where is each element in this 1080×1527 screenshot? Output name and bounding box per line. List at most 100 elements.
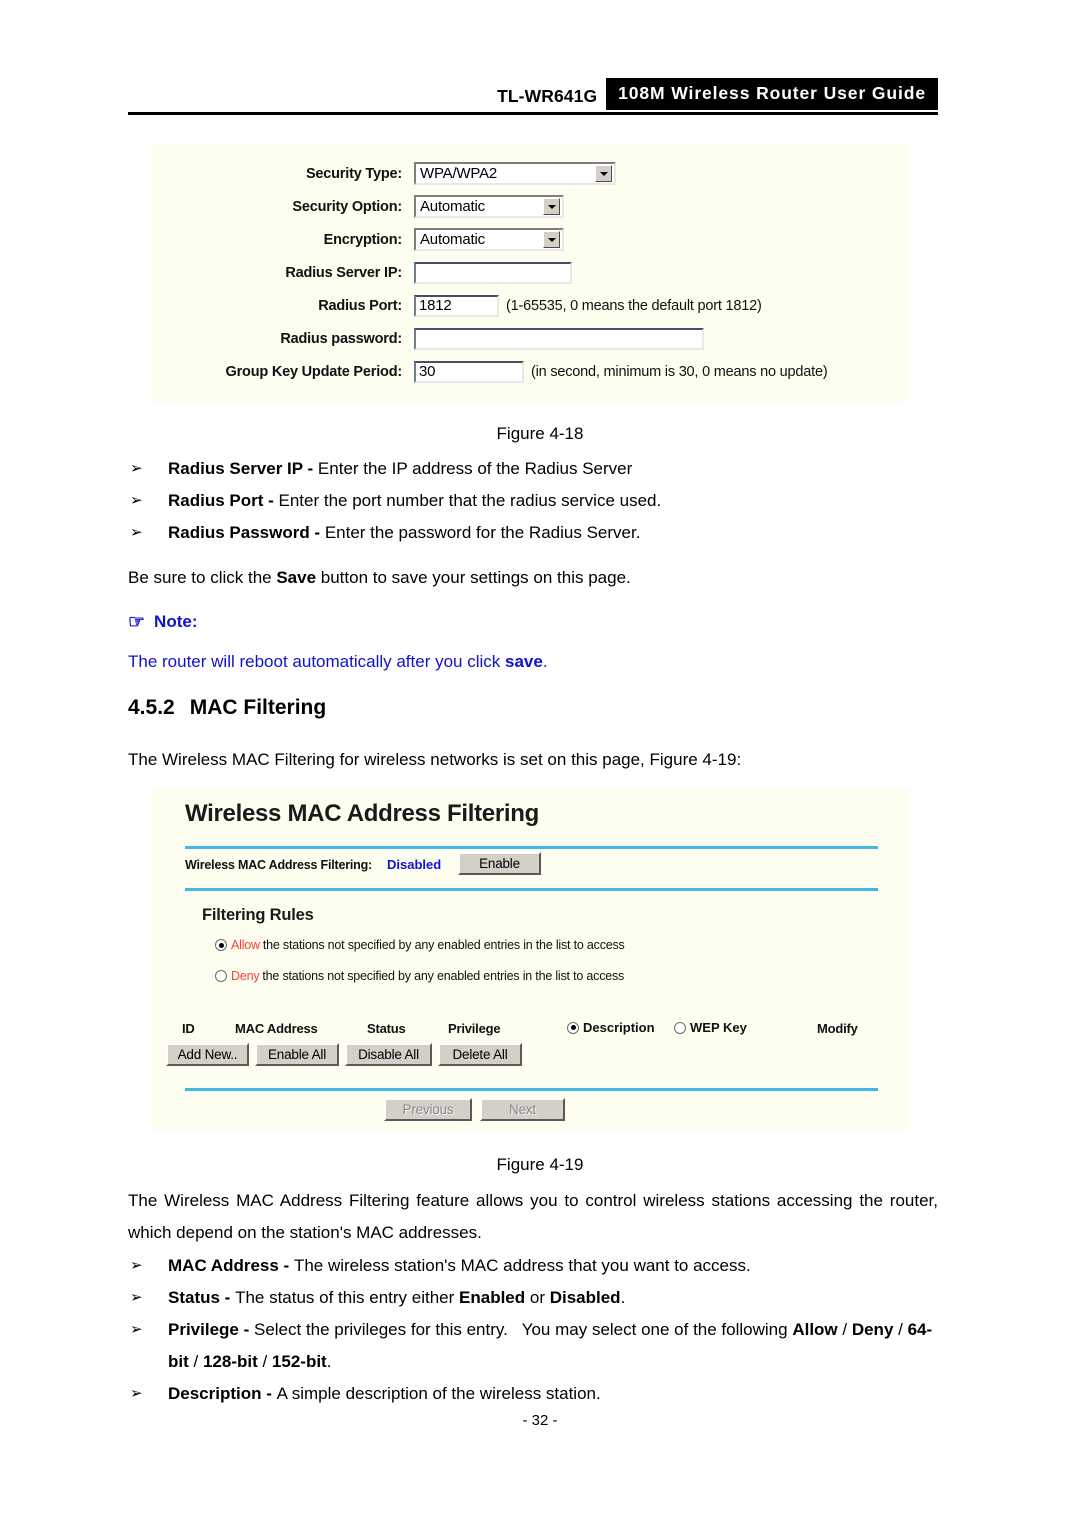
chevron-down-icon[interactable] (595, 165, 612, 182)
column-header-description[interactable]: Description (567, 1020, 655, 1035)
section-number: 4.5.2 (128, 696, 175, 719)
chevron-down-icon[interactable] (543, 198, 560, 215)
bullet-term: Radius Password - (168, 523, 325, 542)
enable-all-button[interactable]: Enable All (255, 1043, 339, 1066)
pointing-hand-icon: ☞ (128, 611, 146, 633)
delete-all-button[interactable]: Delete All (438, 1043, 522, 1066)
divider (185, 888, 878, 891)
header-model: TL-WR641G (497, 86, 598, 106)
column-header-status: Status (367, 1021, 406, 1036)
arrow-bullet-icon: ➢ (130, 460, 143, 477)
page-header: TL-WR641G 108M Wireless Router User Guid… (128, 78, 938, 118)
radio-deny-icon[interactable] (215, 970, 227, 982)
label-security-option: Security Option: (292, 198, 402, 215)
rule-text-deny: the stations not specified by any enable… (262, 969, 625, 983)
note-label: Note: (154, 612, 198, 631)
chevron-down-icon[interactable] (543, 231, 560, 248)
bullet-list-bottom: ➢ MAC Address - The wireless station's M… (128, 1250, 938, 1410)
save-instruction: Be sure to click the Save button to save… (128, 562, 938, 594)
encryption-select[interactable]: Automatic (414, 228, 564, 251)
note-heading: ☞ Note: (128, 612, 198, 632)
security-option-select[interactable]: Automatic (414, 195, 564, 218)
save-instruction-pre: Be sure to click the (128, 568, 277, 587)
column-header-description-label: Description (583, 1020, 655, 1035)
bullet-term: Radius Server IP - (168, 459, 318, 478)
list-item: ➢ Privilege - Select the privileges for … (128, 1314, 938, 1378)
encryption-value: Automatic (420, 231, 485, 248)
filtering-rule-allow[interactable]: Allow the stations not specified by any … (215, 938, 625, 952)
list-item: ➢ Status - The status of this entry eith… (128, 1282, 938, 1314)
security-settings-panel: Security Type: WPA/WPA2 Security Option:… (152, 143, 909, 402)
figure-18-caption: Figure 4-18 (496, 424, 584, 443)
arrow-bullet-icon: ➢ (130, 524, 143, 541)
label-radius-password: Radius password: (280, 330, 402, 347)
radio-allow-icon[interactable] (215, 939, 227, 951)
form-row-encryption: Encryption: Automatic (152, 227, 909, 252)
bullet-text: Enter the port number that the radius se… (278, 491, 662, 510)
bullet-list-top: ➢ Radius Server IP - Enter the IP addres… (128, 453, 938, 549)
enable-filtering-button[interactable]: Enable (458, 852, 541, 875)
group-key-update-period-hint: (in second, minimum is 30, 0 means no up… (531, 363, 828, 380)
bullet-term: Privilege - (168, 1320, 254, 1339)
divider (185, 1088, 878, 1091)
mac-panel-title: Wireless MAC Address Filtering (185, 800, 539, 827)
column-header-wep-key-label: WEP Key (690, 1020, 747, 1035)
security-type-select[interactable]: WPA/WPA2 (414, 162, 616, 185)
group-key-update-period-input[interactable] (414, 360, 524, 383)
security-type-value: WPA/WPA2 (420, 165, 498, 182)
arrow-bullet-icon: ➢ (130, 1289, 143, 1306)
list-item: ➢ Radius Server IP - Enter the IP addres… (128, 453, 938, 485)
add-new-button[interactable]: Add New.. (166, 1043, 249, 1066)
disable-all-button[interactable]: Disable All (345, 1043, 432, 1066)
status-badge: Disabled (387, 857, 442, 872)
radius-server-ip-input[interactable] (414, 261, 572, 284)
page-number: - 32 - (522, 1412, 558, 1429)
arrow-bullet-icon: ➢ (130, 1385, 143, 1402)
radio-wep-key-icon[interactable] (674, 1021, 686, 1034)
form-row-radius-password: Radius password: (152, 326, 909, 351)
arrow-bullet-icon: ➢ (130, 492, 143, 509)
column-header-id: ID (182, 1021, 195, 1036)
figure-19-caption: Figure 4-19 (496, 1155, 584, 1174)
bullet-text: Enter the IP address of the Radius Serve… (317, 459, 633, 478)
bullet-term: Description - (168, 1384, 277, 1403)
bullet-text: Enter the password for the Radius Server… (324, 523, 641, 542)
form-row-radius-port: Radius Port: (1-65535, 0 means the defau… (152, 293, 909, 318)
list-item: ➢ MAC Address - The wireless station's M… (128, 1250, 938, 1282)
filtering-rule-deny[interactable]: Deny the stations not specified by any e… (215, 969, 624, 983)
rule-keyword-allow: Allow (231, 938, 260, 952)
rule-keyword-deny: Deny (231, 969, 260, 983)
bullet-text: The wireless station's MAC address that … (293, 1256, 751, 1275)
column-header-mac-address: MAC Address (235, 1021, 318, 1036)
body-paragraph: The Wireless MAC Address Filtering featu… (128, 1191, 938, 1242)
bullet-term: Status - (168, 1288, 236, 1307)
column-header-modify: Modify (817, 1021, 858, 1036)
label-radius-port: Radius Port: (318, 297, 402, 314)
bullet-text: A simple description of the wireless sta… (276, 1384, 601, 1403)
note-body-post: . (542, 652, 548, 671)
label-encryption: Encryption: (323, 231, 403, 248)
label-radius-server-ip: Radius Server IP: (285, 264, 402, 281)
note-body-pre: The router will reboot automatically aft… (128, 652, 505, 671)
mac-filtering-label: Wireless MAC Address Filtering: (185, 858, 373, 872)
wireless-mac-filtering-panel: Wireless MAC Address Filtering Wireless … (152, 788, 909, 1130)
form-row-radius-server-ip: Radius Server IP: (152, 260, 909, 285)
label-security-type: Security Type: (305, 165, 402, 182)
form-row-security-option: Security Option: Automatic (152, 194, 909, 219)
radius-password-input[interactable] (414, 327, 704, 350)
section-heading: 4.5.2 MAC Filtering (128, 696, 326, 720)
radius-port-hint: (1-65535, 0 means the default port 1812) (506, 297, 762, 314)
list-item: ➢ Radius Port - Enter the port number th… (128, 485, 938, 517)
list-item: ➢ Radius Password - Enter the password f… (128, 517, 938, 549)
save-instruction-post: button to save your settings on this pag… (316, 568, 631, 587)
radius-port-input[interactable] (414, 294, 499, 317)
radio-description-icon[interactable] (567, 1021, 579, 1034)
note-body: The router will reboot automatically aft… (128, 652, 548, 672)
header-rule (128, 112, 938, 115)
column-header-wep-key[interactable]: WEP Key (674, 1020, 747, 1035)
previous-page-button[interactable]: Previous (384, 1098, 472, 1121)
next-page-button[interactable]: Next (480, 1098, 565, 1121)
save-keyword: Save (276, 568, 317, 587)
arrow-bullet-icon: ➢ (130, 1321, 143, 1338)
bullet-text: Select the privileges for this entry. Yo… (168, 1320, 933, 1371)
